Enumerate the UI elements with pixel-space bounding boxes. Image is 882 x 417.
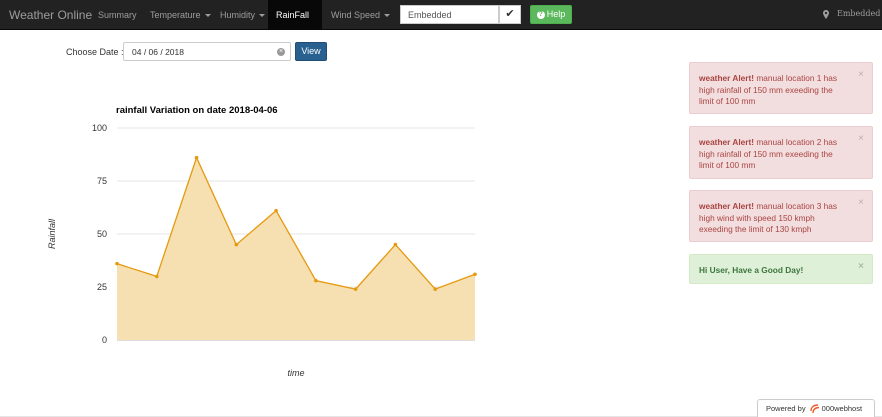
y-tick-label: 0 xyxy=(102,335,107,345)
checkmark-icon: ✔ xyxy=(505,8,515,20)
close-icon[interactable]: × xyxy=(858,69,864,81)
greeting-message: Hi User, Have a Good Day! xyxy=(699,265,804,275)
nav-rainfall-dropdown[interactable]: RainFall xyxy=(268,0,322,48)
data-point xyxy=(473,272,477,277)
y-axis-ticks: 0 25 50 75 100 xyxy=(92,123,107,345)
data-point xyxy=(314,278,318,283)
alert-title: weather Alert! xyxy=(699,137,755,147)
caret-down-icon xyxy=(204,14,211,18)
current-location-label: Embedded xyxy=(837,9,881,18)
data-point xyxy=(433,287,438,291)
data-point xyxy=(154,274,159,279)
nav-humidity-dropdown[interactable]: Humidity xyxy=(212,0,273,30)
current-location-link[interactable]: Embedded xyxy=(823,9,880,19)
date-input[interactable]: 04 / 06 / 2018 × xyxy=(123,42,291,61)
help-button[interactable]: ? Help xyxy=(530,5,572,24)
000webhost-logo-icon xyxy=(809,404,819,414)
nav-temperature-label: Temperature xyxy=(150,10,201,20)
greeting-alert: Hi User, Have a Good Day! × xyxy=(689,254,873,284)
help-label: Help xyxy=(546,9,566,19)
y-tick-label: 25 xyxy=(97,282,107,292)
location-search-input[interactable] xyxy=(400,5,499,24)
date-value: 04 / 06 / 2018 xyxy=(132,47,184,57)
nav-temperature-dropdown[interactable]: Temperature xyxy=(142,0,219,30)
nav-humidity-label: Humidity xyxy=(220,10,256,20)
nav-summary[interactable]: Summary xyxy=(90,0,145,30)
choose-date-label: Choose Date : xyxy=(66,47,124,57)
x-axis-label: time xyxy=(287,368,304,378)
question-circle-icon: ? xyxy=(536,10,545,19)
powered-by-label: Powered by xyxy=(766,404,806,413)
view-button[interactable]: View xyxy=(295,42,327,61)
host-label: 000webhost xyxy=(821,404,863,413)
data-point xyxy=(234,242,239,247)
data-point xyxy=(393,242,398,247)
chart-title: rainfall Variation on date 2018-04-06 xyxy=(116,105,278,116)
y-tick-label: 100 xyxy=(92,123,107,133)
top-navbar: Weather Online Summary Temperature Humid… xyxy=(0,0,882,48)
map-marker-icon xyxy=(823,9,829,19)
close-icon[interactable]: × xyxy=(858,197,864,209)
rainfall-chart: rainfall Variation on date 2018-04-06 0 2… xyxy=(47,105,477,378)
caret-down-icon xyxy=(384,14,391,18)
y-tick-label: 50 xyxy=(97,229,107,239)
y-tick-label: 75 xyxy=(97,176,107,186)
data-point xyxy=(194,155,199,160)
weather-alert: weather Alert! manual location 2 has hig… xyxy=(689,126,873,179)
caret-down-icon xyxy=(259,14,266,18)
data-point xyxy=(115,261,119,266)
nav-wind-speed-label: Wind Speed xyxy=(331,10,381,20)
powered-by-badge[interactable]: Powered by 000webhost xyxy=(757,399,875,417)
data-point xyxy=(274,208,278,213)
nav-summary-label: Summary xyxy=(98,10,137,20)
brand-link[interactable]: Weather Online xyxy=(9,8,92,22)
data-point xyxy=(353,287,358,291)
search-submit-button[interactable]: ✔ xyxy=(499,5,521,24)
y-axis-label: Rainfall xyxy=(47,218,57,249)
nav-wind-speed-dropdown[interactable]: Wind Speed xyxy=(323,0,398,30)
weather-alert: weather Alert! manual location 1 has hig… xyxy=(689,62,873,114)
weather-alert: weather Alert! manual location 3 has hig… xyxy=(689,190,873,242)
nav-rainfall-label: RainFall xyxy=(276,10,310,20)
close-icon[interactable]: × xyxy=(858,261,864,273)
series-area xyxy=(117,157,475,340)
alert-title: weather Alert! xyxy=(699,73,755,83)
chart-series xyxy=(115,155,477,340)
alert-title: weather Alert! xyxy=(699,201,755,211)
clear-circle-icon[interactable]: × xyxy=(277,48,285,56)
close-icon[interactable]: × xyxy=(858,133,864,145)
